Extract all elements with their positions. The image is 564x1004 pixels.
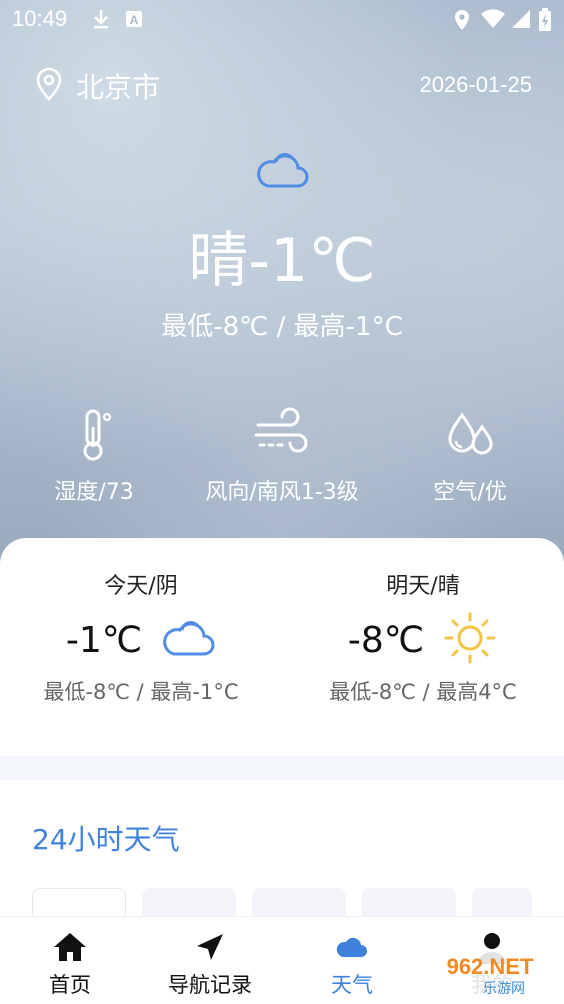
svg-text:A: A [130,13,139,27]
a-notification-icon: A [124,8,144,34]
day-label: 今天/阴 [104,574,178,599]
status-bar: 10:49 A [0,0,564,40]
signal-icon [510,8,532,34]
cloud-icon [160,614,216,666]
stat-label: 湿度/73 [54,480,134,505]
stat-wind: 风向/南风1-3级 [188,404,376,506]
section-divider [0,756,564,780]
day-temp-row: -1℃ [0,612,282,668]
cloud-icon [254,146,310,198]
stat-air: 空气/优 [376,404,564,506]
weather-hero: 10:49 A 北京市 2026-01-25 晴-1℃ 最低-8℃ / 最高-1… [0,0,564,580]
battery-charging-icon [538,8,552,36]
current-temp-range: 最低-8℃ / 最高-1°C [161,312,403,342]
home-icon [10,929,130,965]
stat-humidity: 湿度/73 [0,404,188,506]
svg-text:乐游网: 乐游网 [483,981,525,997]
forecast-tomorrow: 明天/晴 -8℃ 最低-8℃ / 最高4°C [282,568,564,706]
status-time: 10:49 [12,6,68,31]
svg-text:962.NET: 962.NET [447,954,534,979]
nav-item-navigation-records[interactable]: 导航记录 [150,929,270,999]
nav-label: 首页 [49,973,91,997]
day-range: 最低-8℃ / 最高-1°C [43,680,239,704]
current-date: 2026-01-25 [419,72,532,97]
day-temp-row: -8℃ [282,612,564,668]
nav-item-home[interactable]: 首页 [10,929,130,999]
cloud-icon [292,929,412,965]
map-pin-icon [34,66,64,106]
stat-label: 风向/南风1-3级 [205,480,359,505]
location-icon [452,8,472,36]
day-label: 明天/晴 [386,574,460,599]
navigation-arrow-icon [150,929,270,965]
hourly-title: 24小时天气 [32,823,180,856]
day-temp: -1℃ [65,619,143,661]
stat-label: 空气/优 [433,480,507,505]
nav-item-weather[interactable]: 天气 [292,929,412,999]
wind-icon [188,404,376,466]
wifi-icon [480,8,506,34]
site-watermark-logo: 962.NET 乐游网 [424,948,560,1000]
location-row[interactable]: 北京市 [34,66,160,106]
day-range: 最低-8℃ / 最高4°C [329,680,517,704]
nav-label: 天气 [331,973,373,997]
drops-icon [376,404,564,466]
nav-label: 导航记录 [168,973,252,997]
sun-icon [442,610,498,670]
download-icon [92,8,110,34]
current-weather-summary: 晴-1℃ [188,226,376,296]
forecast-today: 今天/阴 -1℃ 最低-8℃ / 最高-1°C [0,568,282,706]
city-name: 北京市 [76,71,161,104]
thermometer-icon [0,404,188,466]
day-temp: -8℃ [347,619,425,661]
